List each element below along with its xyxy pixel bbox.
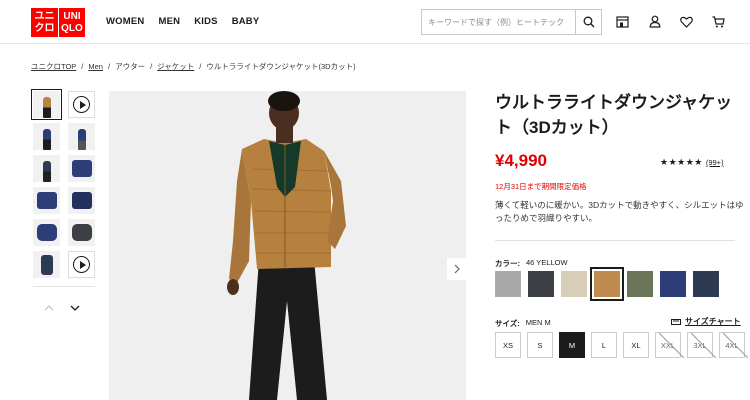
breadcrumb-separator: / (150, 62, 153, 71)
breadcrumb: ユニクロTOP / Men / アウター / ジャケット / ウルトラライトダウ… (31, 61, 356, 72)
size-option-l[interactable]: L (591, 332, 617, 358)
rating-stars: ★★★★★ (660, 157, 703, 167)
thumbnail[interactable] (33, 155, 60, 182)
size-option-3xl[interactable]: 3XL (687, 332, 713, 358)
color-swatch-yellow[interactable] (590, 267, 624, 301)
next-image-button[interactable] (447, 258, 466, 280)
video-thumbnail[interactable] (68, 91, 95, 118)
breadcrumb-current: ウルトラライトダウンジャケット(3Dカット) (206, 62, 356, 71)
logo-latin: UNI QLO (58, 8, 85, 37)
wishlist-icon[interactable] (678, 13, 695, 30)
header-icons (614, 13, 727, 30)
nav-baby[interactable]: BABY (232, 16, 260, 27)
size-option-s[interactable]: S (527, 332, 553, 358)
play-icon (73, 96, 90, 113)
color-label-key: カラー: (495, 259, 520, 268)
thumbnail[interactable] (68, 219, 95, 246)
thumbnail[interactable] (68, 123, 95, 150)
cart-icon[interactable] (710, 13, 727, 30)
nav-kids[interactable]: KIDS (194, 16, 218, 27)
color-swatch-beige[interactable] (561, 271, 587, 297)
chevron-right-icon (454, 264, 460, 274)
breadcrumb-jacket[interactable]: ジャケット (157, 61, 194, 72)
product-main-image[interactable] (109, 91, 466, 400)
limited-price-notice: 12月31日まで期間限定価格 (495, 182, 587, 191)
size-label-key: サイズ: (495, 319, 520, 328)
chevron-up-icon[interactable] (44, 303, 54, 313)
nav-men[interactable]: MEN (158, 16, 180, 27)
breadcrumb-separator: / (199, 62, 202, 71)
divider (495, 240, 735, 241)
uniqlo-logo[interactable]: ユニ クロ UNI QLO (31, 8, 85, 37)
thumbnail-nav (44, 303, 80, 313)
search-input[interactable] (422, 10, 575, 34)
chevron-down-icon[interactable] (70, 303, 80, 313)
thumbnail[interactable] (68, 187, 95, 214)
thumbnail[interactable] (33, 251, 60, 278)
breadcrumb-outer[interactable]: アウター (115, 61, 145, 72)
account-icon[interactable] (646, 13, 663, 30)
size-options: XS S M L XL XXL 3XL 4XL (495, 332, 745, 358)
product-title: ウルトラライトダウンジャケット（3Dカット） (495, 93, 733, 137)
play-icon (73, 256, 90, 273)
size-chart-label: サイズチャート (685, 317, 741, 326)
thumbnail[interactable] (33, 123, 60, 150)
thumbnail[interactable] (31, 89, 62, 120)
size-option-m[interactable]: M (559, 332, 585, 358)
ruler-icon (671, 318, 681, 325)
main-nav: WOMEN MEN KIDS BABY (106, 16, 259, 27)
search-box (421, 9, 602, 35)
size-option-4xl[interactable]: 4XL (719, 332, 745, 358)
thumbnail[interactable] (68, 155, 95, 182)
store-icon[interactable] (614, 13, 631, 30)
selected-size: MEN M (525, 318, 551, 327)
site-header: ユニ クロ UNI QLO WOMEN MEN KIDS BABY (0, 0, 750, 44)
image-thumbnails (31, 89, 95, 278)
thumbnail[interactable] (33, 219, 60, 246)
size-option-xxl[interactable]: XXL (655, 332, 681, 358)
search-icon (583, 16, 594, 28)
model-photo (227, 91, 346, 400)
breadcrumb-separator: / (81, 62, 84, 71)
search-button[interactable] (575, 10, 601, 34)
size-chart-link[interactable]: サイズチャート (671, 316, 741, 327)
color-swatches (495, 267, 719, 301)
breadcrumb-separator: / (107, 62, 111, 71)
nav-women[interactable]: WOMEN (106, 16, 144, 27)
thumbnail[interactable] (33, 187, 60, 214)
video-thumbnail[interactable] (68, 251, 95, 278)
breadcrumb-men[interactable]: Men (88, 62, 103, 71)
size-option-xs[interactable]: XS (495, 332, 521, 358)
color-swatch-olive[interactable] (627, 271, 653, 297)
color-label: カラー: 46 YELLOW (495, 258, 568, 269)
size-option-xl[interactable]: XL (623, 332, 649, 358)
selected-color: 46 YELLOW (526, 258, 568, 267)
size-label: サイズ: MEN M (495, 318, 551, 329)
product-price: ¥4,990 (495, 151, 547, 170)
color-swatch-gray[interactable] (495, 271, 521, 297)
breadcrumb-top[interactable]: ユニクロTOP (31, 61, 76, 72)
thumbnail-divider (33, 286, 95, 287)
logo-katakana: ユニ クロ (34, 10, 55, 34)
color-swatch-blue[interactable] (660, 271, 686, 297)
rating[interactable]: ★★★★★ (99+) (660, 157, 724, 168)
product-description: 薄くて軽いのに暖かい。3Dカットで動きやすく、シルエットはゆったりめで羽織りやす… (495, 200, 744, 223)
color-swatch-navy[interactable] (693, 271, 719, 297)
color-swatch-dark-gray[interactable] (528, 271, 554, 297)
review-count[interactable]: (99+) (706, 158, 724, 167)
